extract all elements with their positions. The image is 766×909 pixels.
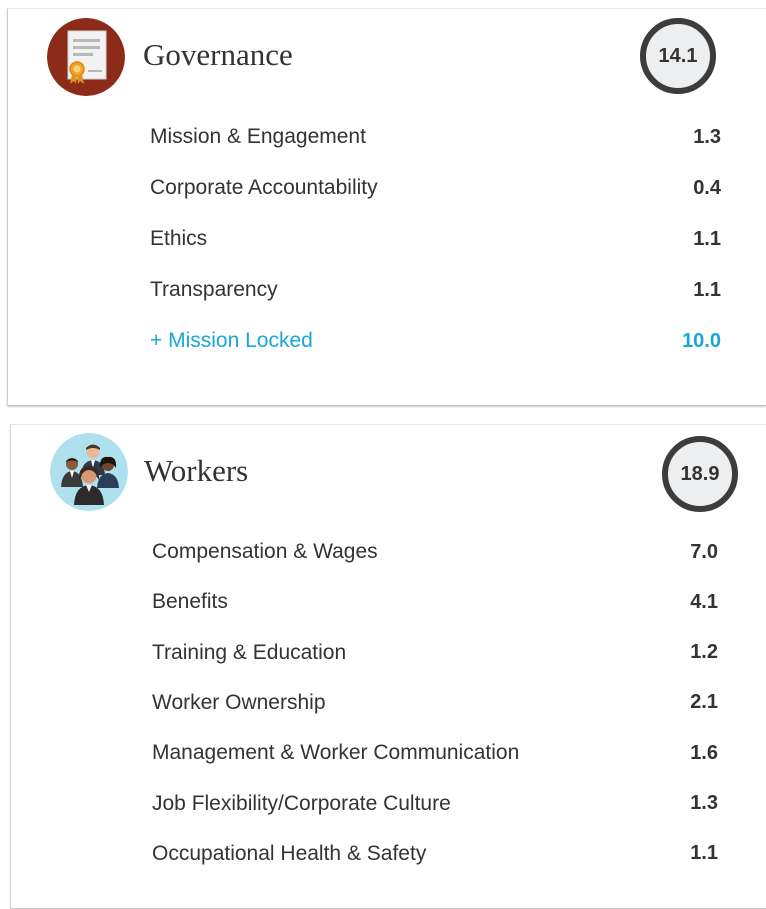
item-label: Compensation & Wages: [152, 540, 378, 563]
item-score: 0.4: [693, 176, 721, 199]
item-score: 1.1: [693, 278, 721, 301]
certificate-document-icon: [47, 18, 125, 96]
item-score: 1.3: [693, 125, 721, 148]
item-score: 4.1: [690, 590, 718, 613]
item-label: Transparency: [150, 278, 278, 301]
card-title: Governance: [143, 37, 293, 72]
list-item: Training & Education 1.2: [152, 639, 718, 667]
list-item: Compensation & Wages 7.0: [152, 538, 718, 566]
item-score: 1.3: [690, 792, 718, 814]
item-label: Management & Worker Communication: [152, 741, 520, 765]
people-group-icon: [50, 433, 128, 511]
governance-card: Governance 14.1 Mission & Engagement 1.3 C…: [7, 8, 766, 406]
list-item: Transparency 1.1: [150, 276, 721, 304]
list-item[interactable]: + Mission Locked 10.0: [150, 327, 721, 355]
item-score: 2.1: [690, 691, 718, 714]
item-score: 10.0: [682, 329, 721, 352]
workers-card: Workers 18.9 Compensation & Wages 7.0 Bene…: [10, 424, 766, 909]
item-label: Occupational Health & Safety: [152, 841, 427, 865]
item-label: Ethics: [150, 227, 208, 250]
item-label: Corporate Accountability: [150, 176, 378, 199]
list-item: Occupational Health & Safety 1.1: [152, 840, 718, 868]
list-item: Job Flexibility/Corporate Culture 1.3: [152, 790, 718, 818]
list-item: Management & Worker Communication 1.6: [152, 739, 718, 767]
item-score: 1.6: [690, 741, 718, 764]
item-label: Mission & Engagement: [150, 125, 366, 148]
list-item: Worker Ownership 2.1: [152, 689, 718, 717]
score-badge: 18.9: [662, 436, 738, 512]
list-item: Benefits 4.1: [152, 588, 718, 616]
item-label: Worker Ownership: [152, 690, 326, 714]
score-badge: 14.1: [640, 18, 716, 94]
list-item: Ethics 1.1: [150, 225, 721, 253]
item-score: 1.1: [690, 842, 718, 865]
item-label: Job Flexibility/Corporate Culture: [152, 791, 451, 815]
page: Governance 14.1 Mission & Engagement 1.3 C…: [0, 0, 766, 909]
item-label: Benefits: [152, 590, 228, 614]
item-score: 7.0: [690, 540, 718, 563]
card-title: Workers: [144, 453, 249, 488]
item-label: Training & Education: [152, 640, 347, 664]
list-item: Mission & Engagement 1.3: [150, 123, 721, 151]
mission-locked-link[interactable]: + Mission Locked: [150, 329, 313, 353]
item-score: 1.1: [693, 227, 721, 250]
item-score: 1.2: [690, 641, 718, 664]
list-item: Corporate Accountability 0.4: [150, 174, 721, 202]
